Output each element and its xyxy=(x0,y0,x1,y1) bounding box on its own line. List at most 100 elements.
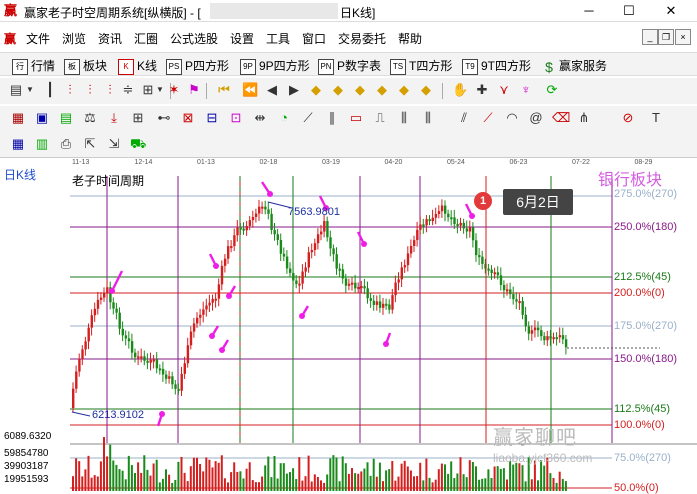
candle-red-icon[interactable]: ⫶ xyxy=(62,82,78,98)
sector-title: 银行板块 xyxy=(598,172,663,189)
shift-down-icon[interactable]: ◆ xyxy=(374,82,390,98)
level-112: 112.5%(45) xyxy=(614,403,670,415)
menu-window[interactable]: 窗口 xyxy=(302,30,326,47)
ruler-icon[interactable]: ⇹ xyxy=(252,110,268,126)
comb-icon[interactable]: ⫼ xyxy=(396,110,412,126)
stamp-icon[interactable]: ⎍ xyxy=(372,110,388,126)
crosshair-icon[interactable]: ✚ xyxy=(474,82,490,98)
volume-bar xyxy=(137,462,140,491)
minimize-button[interactable]: ─ xyxy=(578,2,600,20)
box-icon[interactable]: ▭ xyxy=(348,110,364,126)
toolbar-9t-square-button[interactable]: T9 9T四方形 xyxy=(462,57,531,75)
menu-settings[interactable]: 设置 xyxy=(230,30,254,47)
volume-bar xyxy=(450,461,453,491)
truck-icon[interactable]: ⛟ xyxy=(130,136,146,152)
volume-bar xyxy=(295,479,298,491)
table-icon[interactable]: ▤ xyxy=(58,110,74,126)
prev-icon[interactable]: ◀ xyxy=(264,82,280,98)
erase-icon[interactable]: ⌫ xyxy=(552,110,570,126)
menu-info[interactable]: 资讯 xyxy=(98,30,122,47)
candle-mixed-icon[interactable]: ⫶ xyxy=(82,82,98,98)
candle-hollow-icon[interactable]: ⫶ xyxy=(102,82,118,98)
shift-left-icon[interactable]: ◆ xyxy=(396,82,412,98)
menu-app-icon[interactable]: 赢 xyxy=(4,30,16,47)
main-toolbar: 行行情 板板块 K K线 PS P四方形 9P 9P四方形 PN P数字表 TS T四方形… xyxy=(0,52,697,76)
draw-tool-icon[interactable]: ⋎ xyxy=(496,82,512,98)
kline-style-icon[interactable]: ┃ xyxy=(42,82,58,98)
shift-up-icon[interactable]: ◆ xyxy=(352,82,368,98)
jump-start-icon[interactable]: ⏮ xyxy=(216,82,232,98)
mdi-close-button[interactable]: × xyxy=(675,29,691,45)
shift-right-icon[interactable]: ◆ xyxy=(418,82,434,98)
refresh-icon[interactable]: ⟳ xyxy=(544,82,560,98)
event-marker[interactable]: 1 xyxy=(474,192,492,210)
mdi-minimize-button[interactable]: _ xyxy=(642,29,658,45)
price-chart[interactable] xyxy=(0,168,697,491)
spiral-icon[interactable]: @ xyxy=(528,110,544,126)
calendar-icon[interactable]: ▦ xyxy=(10,110,26,126)
time-tool-icon[interactable]: ⊡ xyxy=(228,110,244,126)
volume-bar xyxy=(440,463,443,491)
step-back-icon[interactable]: ⏪ xyxy=(242,82,258,98)
menu-trade[interactable]: 交易委托 xyxy=(338,30,386,47)
toolbar-p-square-button[interactable]: PS P四方形 xyxy=(166,57,229,75)
dropdown-arrow-icon[interactable]: ▼ xyxy=(22,82,38,98)
export-icon[interactable]: ⇱ xyxy=(82,136,98,152)
fan-lines-icon[interactable]: ⟋ xyxy=(300,110,316,126)
close-button[interactable]: ✕ xyxy=(660,2,682,20)
menu-formula-screen[interactable]: 公式选股 xyxy=(170,30,218,47)
zoom-out-icon[interactable]: ◆ xyxy=(330,82,346,98)
import-icon[interactable]: ⇲ xyxy=(106,136,122,152)
menu-file[interactable]: 文件 xyxy=(26,30,50,47)
calculator-icon[interactable]: ▣ xyxy=(34,110,50,126)
next-icon[interactable]: ▶ xyxy=(286,82,302,98)
candle-body xyxy=(478,255,481,258)
parallel-icon[interactable]: ∥ xyxy=(324,110,340,126)
speed-lines-icon[interactable]: ⟋ xyxy=(480,110,496,126)
report-icon[interactable]: ▥ xyxy=(34,136,50,152)
print-icon[interactable]: ⎙ xyxy=(58,136,74,152)
candle-body xyxy=(285,256,289,269)
toolbar-9p-square-button[interactable]: 9P 9P四方形 xyxy=(240,57,310,75)
level-text: 212.5%(45) xyxy=(614,271,671,283)
toolbar-t-square-button[interactable]: TS T四方形 xyxy=(390,57,452,75)
candle-body xyxy=(130,341,134,353)
chart-tool-icon[interactable]: ⤓ xyxy=(106,110,122,126)
chart-area[interactable] xyxy=(0,168,697,491)
candle-body xyxy=(400,267,403,280)
volume-bar xyxy=(419,462,422,491)
maximize-button[interactable]: ☐ xyxy=(618,2,640,20)
flag-tool-icon[interactable]: ⚑ xyxy=(186,82,202,98)
volume-bar xyxy=(413,476,415,491)
toolbar-quotes-button[interactable]: 行行情 xyxy=(12,57,55,75)
bar-style-icon[interactable]: ≑ xyxy=(120,82,136,98)
hand-tool-icon[interactable]: ✋ xyxy=(452,82,468,98)
gann-tool-icon[interactable]: ⊠ xyxy=(180,110,196,126)
menu-browse[interactable]: 浏览 xyxy=(62,30,86,47)
pattern-icon[interactable]: ♆ xyxy=(518,82,534,98)
zoom-in-icon[interactable]: ◆ xyxy=(308,82,324,98)
toolbar-kline-button[interactable]: K K线 xyxy=(118,57,157,75)
grid-tool-icon[interactable]: ⊞ xyxy=(130,110,146,126)
mdi-restore-button[interactable]: ❐ xyxy=(658,29,674,45)
text-tool-icon[interactable]: T xyxy=(648,110,664,126)
balance-icon[interactable]: ⚖ xyxy=(82,110,98,126)
toolbar-p-number-table-button[interactable]: PN P数字表 xyxy=(318,57,381,75)
delete-drawing-icon[interactable]: ⊘ xyxy=(620,110,636,126)
menu-tools[interactable]: 工具 xyxy=(266,30,290,47)
toolbar-service-button[interactable]: $ 赢家服务 xyxy=(542,57,607,74)
toolbar-sector-button[interactable]: 板板块 xyxy=(64,57,107,75)
candle-body xyxy=(165,374,168,379)
redacted-title-region xyxy=(210,3,338,19)
arc-icon[interactable]: ◠ xyxy=(504,110,520,126)
fan-tool-icon[interactable]: ✶ xyxy=(166,82,182,98)
cycle-icon[interactable]: ◔ xyxy=(276,110,292,126)
comb2-icon[interactable]: ⫼ xyxy=(420,110,436,126)
date-icon[interactable]: ▦ xyxy=(10,136,26,152)
menu-huiquan[interactable]: 汇圈 xyxy=(134,30,158,47)
channel-icon[interactable]: ⫽ xyxy=(456,110,472,126)
measure-icon[interactable]: ⊷ xyxy=(156,110,172,126)
menu-help[interactable]: 帮助 xyxy=(398,30,422,47)
split-icon[interactable]: ⋔ xyxy=(576,110,592,126)
fibo-tool-icon[interactable]: ⊟ xyxy=(204,110,220,126)
